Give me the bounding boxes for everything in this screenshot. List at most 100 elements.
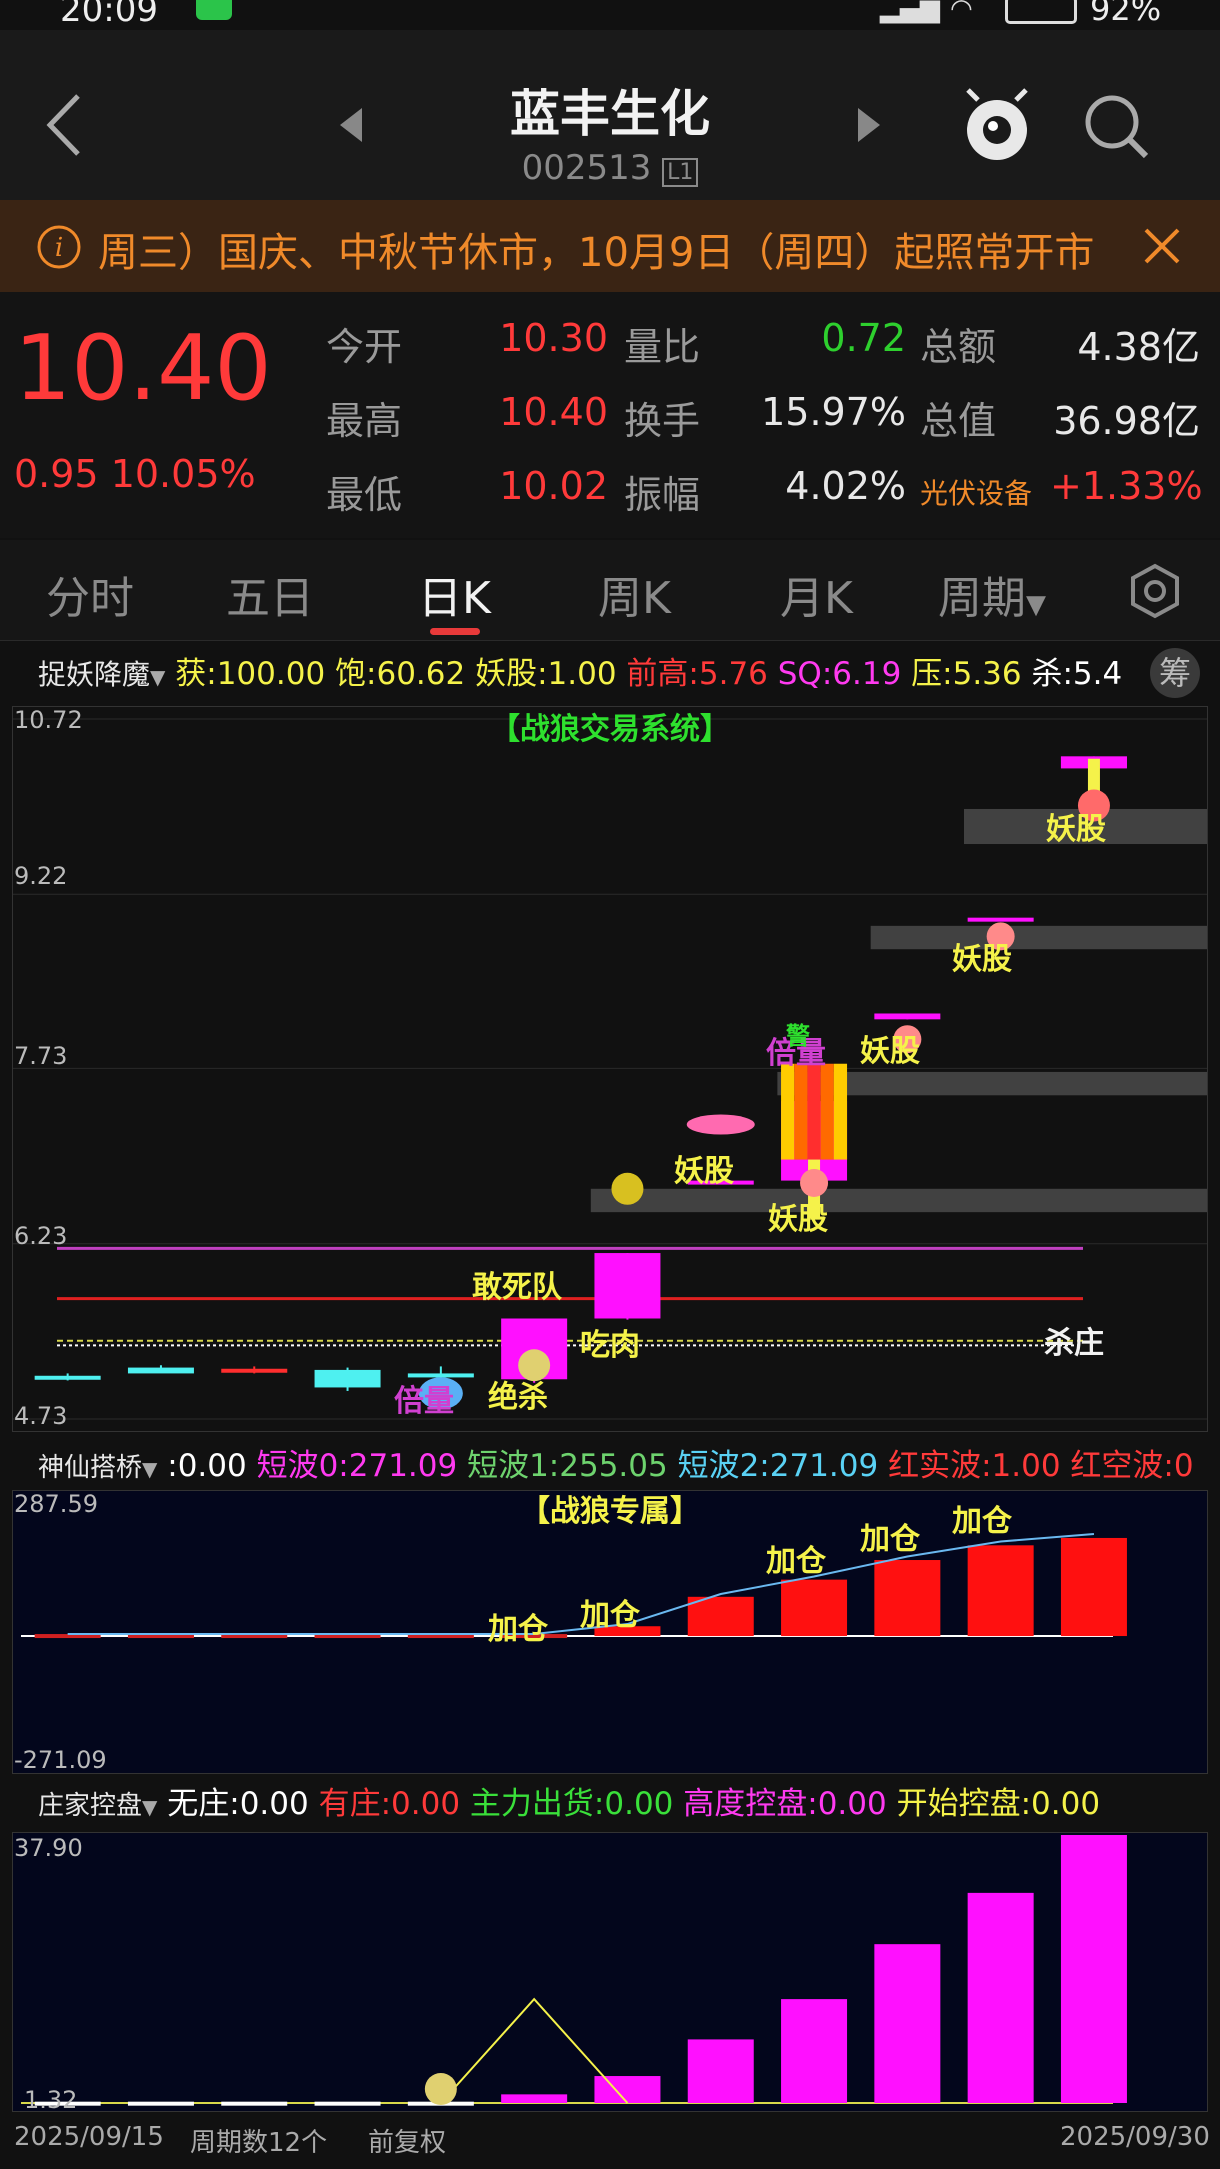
indicator1-value-2: 妖股:1.00 [465, 656, 617, 692]
tab-monthly-k[interactable]: 月K [780, 562, 853, 626]
high-label: 最高 [326, 399, 403, 443]
indicator1-selector[interactable]: 捉妖降魔▼ [38, 658, 165, 691]
indicator2-value-1: 短波0:271.09 [246, 1448, 458, 1484]
mid-y-max: 287.59 [14, 1490, 98, 1518]
label-juesha: 绝杀 [488, 1380, 548, 1415]
label-jiacang-5: 加仓 [952, 1504, 1012, 1539]
label-jiacang-4: 加仓 [860, 1522, 920, 1557]
tab-five-day[interactable]: 五日 [226, 562, 314, 626]
money-bag-icon-bottom [424, 2073, 457, 2105]
indicator1-value-3: 前高:5.76 [616, 656, 768, 692]
indicator2-values: :0.00 短波0:271.09 短波1:255.05 短波2:271.09 红… [167, 1448, 1193, 1484]
bottom-bar-5 [501, 2094, 568, 2103]
main-chart-title: 【战狼交易系统】 [490, 712, 730, 747]
label-jing: 警 [786, 1022, 810, 1050]
indicator2-row: 神仙搭桥▼ :0.00 短波0:271.09 短波1:255.05 短波2:27… [38, 1440, 1194, 1490]
active-tab-indicator [430, 628, 480, 635]
turnover-label: 换手 [624, 399, 701, 443]
tab-intraday[interactable]: 分时 [46, 562, 134, 626]
battery-level: 92% [1090, 0, 1162, 28]
candle-body-1 [127, 1367, 194, 1374]
change-value: 0.95 [14, 452, 99, 496]
candle-body-10 [967, 917, 1034, 922]
candle-body-9 [874, 1013, 941, 1020]
indicator3-value-0: 无庄:0.00 [167, 1786, 309, 1822]
y-tick-2: 9.22 [14, 862, 68, 890]
bottom-bar-9 [874, 1944, 941, 2103]
vol-ratio-label: 量比 [624, 325, 701, 369]
search-icon[interactable] [1082, 92, 1152, 162]
sector-label[interactable]: 光伏设备 [920, 472, 1032, 512]
breakout-candle-stripe-3 [820, 1063, 834, 1160]
footer-adjust[interactable]: 前复权 [368, 2122, 446, 2159]
yaogu-marker-1 [686, 1114, 755, 1135]
open-label: 今开 [326, 325, 403, 369]
notice-banner[interactable]: i 周三）国庆、中秋节休市，10月9日（周四）起照常开市 [0, 200, 1220, 292]
mid-chart-title: 【战狼专属】 [520, 1494, 700, 1529]
indicator3-value-2: 主力出货:0.00 [460, 1786, 674, 1822]
indicator3-value-4: 开始控盘:0.00 [886, 1786, 1101, 1822]
breakout-candle-stripe-2 [807, 1063, 821, 1160]
bottom-bar-8 [781, 1999, 848, 2103]
info-icon: i [37, 225, 81, 269]
low-label: 最低 [326, 473, 403, 517]
tab-daily-k[interactable]: 日K [418, 562, 491, 626]
indicator1-value-5: 压:5.36 [901, 656, 1022, 692]
indicator3-selector[interactable]: 庄家控盘▼ [38, 1791, 157, 1821]
quote-panel: 10.40 0.95 10.05% 今开 10.30 量比 0.72 总额 4.… [0, 292, 1220, 538]
bottom-bar-2 [221, 2101, 288, 2106]
next-stock-icon[interactable] [854, 106, 884, 144]
low-value: 10.02 [499, 464, 608, 508]
resistance-zone-0 [590, 1188, 1207, 1213]
indicator3-values: 无庄:0.00 有庄:0.00 主力出货:0.00 高度控盘:0.00 开始控盘… [167, 1786, 1100, 1822]
vol-ratio-value: 0.72 [821, 316, 906, 360]
assistant-icon[interactable] [960, 88, 1034, 166]
indicator2-selector[interactable]: 神仙搭桥▼ [38, 1453, 157, 1483]
footer-period-count: 周期数12个 [190, 2128, 328, 2158]
amount-value: 4.38亿 [1077, 325, 1200, 369]
indicator1-value-4: SQ:6.19 [767, 656, 902, 692]
indicator1-values: 获:100.00 饱:60.62 妖股:1.00 前高:5.76 SQ:6.19… [175, 656, 1122, 692]
stock-code: 002513 [521, 148, 652, 188]
bottom-bar-7 [687, 2039, 754, 2103]
mid-bar-8 [781, 1579, 848, 1637]
bottom-bar-10 [967, 1892, 1034, 2103]
indicator2-value-2: 短波1:255.05 [457, 1448, 668, 1484]
tab-weekly-k[interactable]: 周K [598, 562, 671, 626]
label-yaogu-3: 妖股 [860, 1034, 920, 1069]
bottom-indicator-chart[interactable] [12, 1832, 1208, 2112]
indicator2-value-3: 短波2:271.09 [667, 1448, 879, 1484]
indicator3-row: 庄家控盘▼ 无庄:0.00 有庄:0.00 主力出货:0.00 高度控盘:0.0… [38, 1778, 1100, 1828]
tab-period[interactable]: 周期▼ [938, 562, 1046, 626]
close-icon[interactable] [1142, 226, 1182, 266]
back-icon[interactable] [40, 90, 90, 160]
candle-body-3 [314, 1369, 381, 1388]
last-price: 10.40 [14, 316, 272, 421]
price-change: 0.95 10.05% [14, 452, 256, 496]
chevron-down-icon: ▼ [142, 1457, 158, 1481]
chevron-down-icon: ▼ [142, 1795, 158, 1819]
label-gansidui: 敢死队 [472, 1270, 562, 1305]
indicator1-name: 捉妖降魔 [38, 658, 151, 691]
prev-stock-icon[interactable] [336, 106, 366, 144]
indicator1-value-6: 杀:5.4 [1021, 656, 1123, 692]
settings-icon[interactable] [1126, 562, 1184, 620]
label-beiliang-1: 倍量 [394, 1384, 454, 1419]
mid-bar-10 [967, 1545, 1034, 1637]
indicator1-row: 捉妖降魔▼ 获:100.00 饱:60.62 妖股:1.00 前高:5.76 S… [38, 648, 1122, 698]
change-percent: 10.05% [110, 452, 256, 496]
y-tick-5: 4.73 [14, 1402, 68, 1430]
resistance-zone-2 [870, 925, 1207, 950]
breakout-candle-stripe-0 [781, 1063, 795, 1160]
candle-body-0 [34, 1375, 101, 1380]
bottom-bar-6 [594, 2076, 661, 2103]
amplitude-label: 振幅 [624, 473, 701, 517]
turnover-value: 15.97% [761, 390, 906, 434]
tab-period-label: 周期 [938, 573, 1026, 624]
chip-button[interactable]: 筹 [1150, 648, 1200, 698]
y-tick-4: 6.23 [14, 1222, 68, 1250]
mktcap-value: 36.98亿 [1053, 399, 1200, 443]
indicator3-name: 庄家控盘 [38, 1791, 143, 1821]
level-badge: L1 [662, 158, 699, 187]
indicator2-value-5: 红空波:0 [1060, 1448, 1194, 1484]
